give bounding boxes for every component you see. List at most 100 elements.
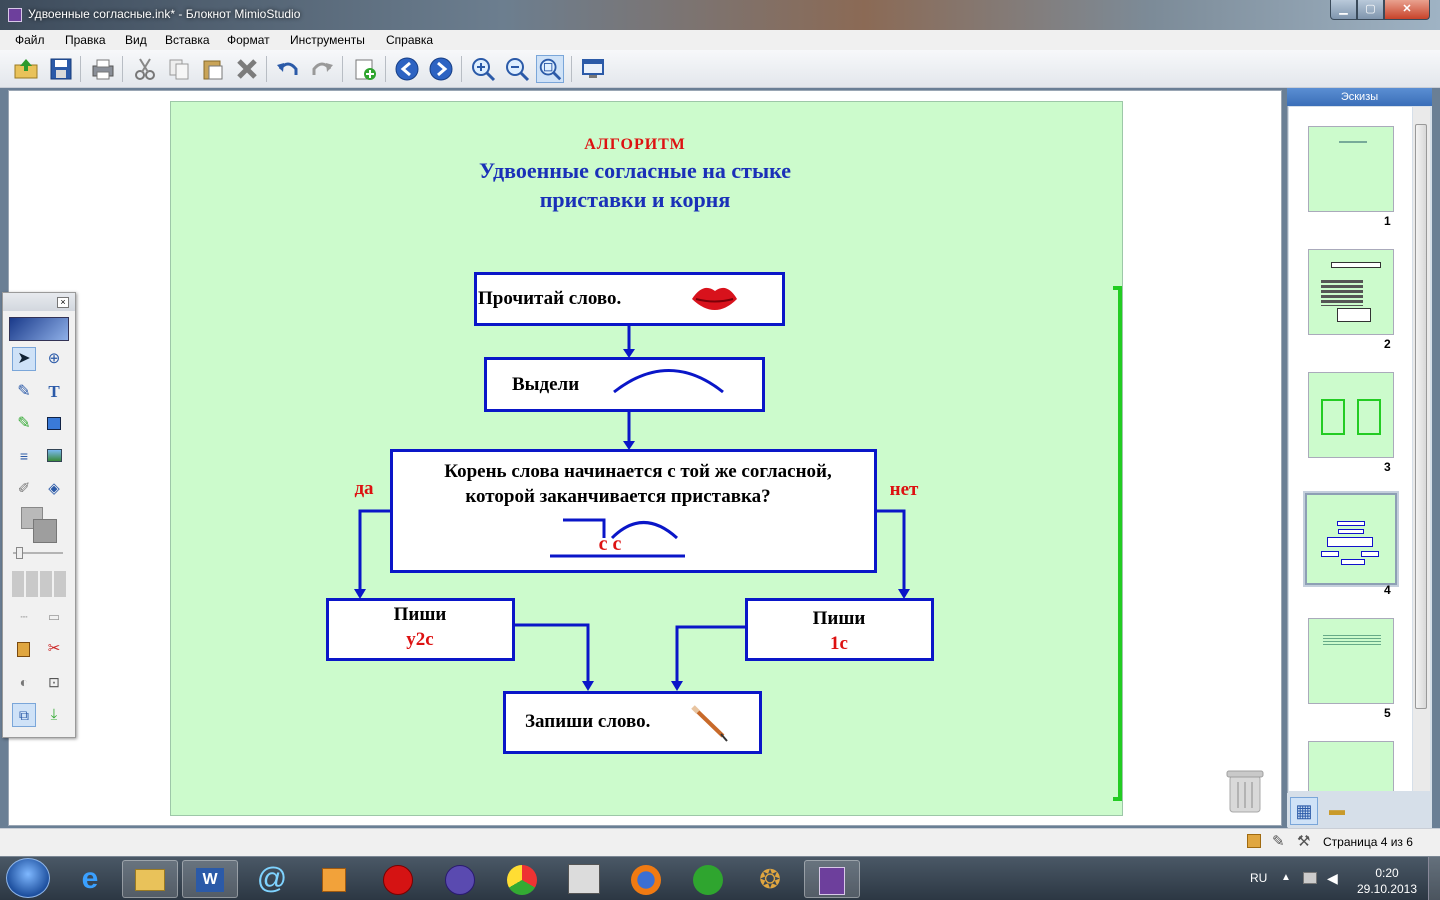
thumbnail-page-2[interactable] [1308,249,1394,335]
start-button[interactable] [6,858,50,898]
yes-label: да [354,478,374,499]
network-tray-icon[interactable] [1303,872,1317,884]
thumbnails-list[interactable]: 1 2 3 4 5 [1289,107,1412,791]
redo-icon[interactable] [308,55,336,83]
shadow-style-icon[interactable]: ▭ [42,605,66,629]
menu-help[interactable]: Справка [386,33,433,47]
box2-label: Выдели [512,374,580,395]
thumbnail-number-5: 5 [1384,706,1391,720]
box3-line2: которой заканчивается приставка? [465,486,771,507]
thumbnail-number-3: 3 [1384,460,1391,474]
language-indicator[interactable]: RU [1250,871,1267,885]
palette-brush-preview [9,317,69,341]
box1-label: Прочитай слово. [478,288,622,309]
thumbnail-page-5[interactable] [1308,618,1394,704]
gallery-tool-icon[interactable]: ⧉ [12,703,36,727]
trash-icon[interactable] [1226,768,1264,814]
zoom-tool-icon[interactable]: ⊕ [42,347,66,371]
palette-close-icon[interactable]: × [57,297,69,308]
window-title: Удвоенные согласные.ink* - Блокнот Mimio… [28,7,301,21]
delete-icon[interactable] [233,55,261,83]
close-button[interactable]: ✕ [1384,0,1430,20]
explorer-taskbar-icon[interactable] [122,860,178,898]
menu-view[interactable]: Вид [125,33,147,47]
flowchart-diagram [326,272,1122,801]
thumbnail-number-2: 2 [1384,337,1391,351]
shape-tool-icon[interactable] [42,412,66,436]
paste-icon[interactable] [199,55,227,83]
player-taskbar-icon[interactable] [432,860,488,898]
box-left-line1: Пиши [393,604,447,625]
tray-expand-icon[interactable]: ▲ [1281,872,1291,883]
highlighter-tool-icon[interactable]: ✎ [12,412,36,436]
print-icon[interactable] [89,55,117,83]
save-icon[interactable] [47,55,75,83]
database-tool-icon[interactable]: ≡ [12,444,36,468]
copy-icon[interactable] [165,55,193,83]
mail-taskbar-icon[interactable]: @ [244,860,300,898]
status-icon [1247,834,1261,848]
mimio-taskbar-icon[interactable] [804,860,860,898]
back-icon[interactable] [393,55,421,83]
clock-time[interactable]: 0:20 [1360,866,1414,880]
minimize-button[interactable]: ▁ [1330,0,1357,20]
zoom-in-icon[interactable] [469,55,497,83]
network-taskbar-icon[interactable] [680,860,736,898]
text-tool-icon[interactable]: T [42,380,66,404]
word-taskbar-icon[interactable]: W [182,860,238,898]
screen-icon[interactable] [579,55,607,83]
thumbnail-number-1: 1 [1384,214,1391,228]
gallery-folder-icon[interactable]: ▬ [1323,797,1351,825]
firefox-taskbar-icon[interactable] [618,860,674,898]
eyedropper-tool-icon[interactable]: ✐ [12,477,36,501]
mouse-tool-icon[interactable]: ◐ [12,670,36,694]
thumbnails-view-icon[interactable]: ▦ [1290,797,1318,825]
viewer-taskbar-icon[interactable]: ❂ [742,860,798,898]
no-label: нет [889,479,919,500]
open-icon[interactable] [12,55,40,83]
menu-format[interactable]: Формат [227,33,270,47]
forward-icon[interactable] [427,55,455,83]
box3-line1: Корень слова начинается с той же согласн… [444,461,832,482]
scrollbar-thumb[interactable] [1415,124,1427,709]
thumbnail-page-1[interactable] [1308,126,1394,212]
ie-taskbar-icon[interactable]: e [62,860,118,898]
zoom-out-icon[interactable] [503,55,531,83]
menu-edit[interactable]: Правка [65,33,106,47]
thumbnail-page-3[interactable] [1308,372,1394,458]
screen-capture-icon[interactable]: ⊡ [42,670,66,694]
thumbnail-page-4[interactable] [1305,493,1397,585]
media-taskbar-icon[interactable] [306,860,362,898]
import-tool-icon[interactable]: ⤓ [42,703,66,727]
thickness-slider-handle[interactable] [16,547,23,559]
select-tool-icon[interactable]: ➤ [12,347,36,371]
fill-tool-icon[interactable]: ◈ [42,477,66,501]
image-tool-icon[interactable] [42,444,66,468]
dash-style-icon[interactable]: ┄ [12,605,36,629]
new-page-icon[interactable] [351,55,379,83]
menu-file[interactable]: Файл [15,33,45,47]
chrome-taskbar-icon[interactable] [494,860,550,898]
menu-bar: Файл Правка Вид Вставка Формат Инструмен… [0,30,1440,50]
thumbnail-number-4: 4 [1384,583,1391,597]
line-style-grid[interactable] [12,571,68,597]
pen-tool-icon[interactable]: ✎ [12,380,36,404]
mimio-tool-icon[interactable] [12,637,36,661]
eraser-tool-icon[interactable]: ✂ [42,637,66,661]
undo-icon[interactable] [274,55,302,83]
status-bar [0,828,1440,856]
maximize-button[interactable]: ▢ [1357,0,1384,20]
opera-taskbar-icon[interactable] [370,860,426,898]
zoom-fit-icon[interactable] [536,55,564,83]
volume-tray-icon[interactable]: ◀ [1327,870,1338,887]
clock-date[interactable]: 29.10.2013 [1352,882,1422,896]
wrench-icon: ⚒ [1297,833,1311,850]
movie-maker-taskbar-icon[interactable] [556,860,612,898]
show-desktop-button[interactable] [1428,857,1440,900]
thumbnail-page-6[interactable] [1308,741,1394,791]
line-color-swatch[interactable] [33,519,57,543]
cut-icon[interactable] [131,55,159,83]
menu-insert[interactable]: Вставка [165,33,210,47]
menu-tools[interactable]: Инструменты [290,33,365,47]
green-bracket [1113,286,1122,801]
